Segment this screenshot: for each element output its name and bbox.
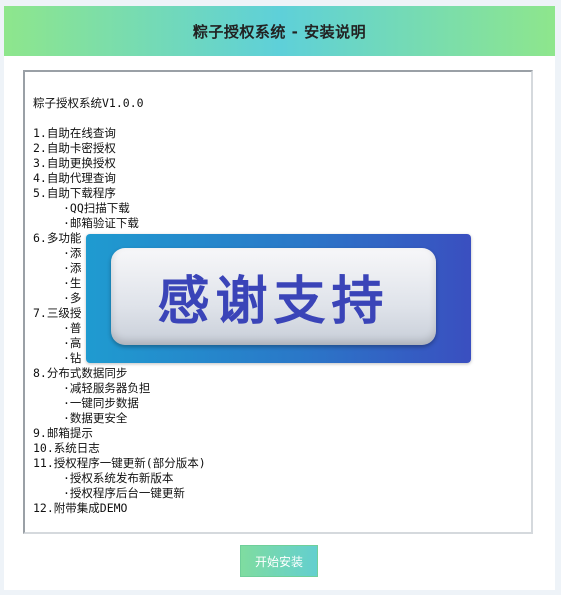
install-page: 粽子授权系统 - 安装说明 粽子授权系统V1.0.0 1.自助在线查询 2.自助卡密… — [0, 0, 561, 595]
readme-line: 5.自助下载程序 — [33, 186, 116, 200]
readme-line: 3.自助更换授权 — [33, 156, 116, 170]
readme-line: 4.自助代理查询 — [33, 171, 116, 185]
readme-line: ·授权程序后台一键更新 — [63, 486, 185, 500]
thanks-banner: 感谢支持 — [86, 234, 471, 363]
page-title: 粽子授权系统 - 安装说明 — [192, 22, 367, 41]
readme-line: ·QQ扫描下载 — [63, 201, 130, 215]
header-bar: 粽子授权系统 - 安装说明 — [4, 6, 555, 56]
thanks-card: 感谢支持 — [111, 248, 436, 345]
readme-line: 12.附带集成DEMO — [33, 501, 128, 515]
readme-line: 1.自助在线查询 — [33, 126, 116, 140]
readme-line: 11.授权程序一键更新(部分版本) — [33, 456, 206, 470]
readme-line: 粽子授权系统V1.0.0 — [33, 96, 144, 110]
readme-line: ·授权系统发布新版本 — [63, 471, 174, 485]
readme-line: ·数据更安全 — [63, 411, 128, 425]
readme-line: 8.分布式数据同步 — [33, 366, 128, 380]
readme-line — [33, 111, 206, 126]
readme-line: 2.自助卡密授权 — [33, 141, 116, 155]
readme-textarea[interactable]: 粽子授权系统V1.0.0 1.自助在线查询 2.自助卡密授权 3.自助更换授权 4.自助… — [23, 70, 533, 534]
start-install-button[interactable]: 开始安装 — [240, 545, 318, 577]
readme-line: ·一键同步数据 — [63, 396, 139, 410]
readme-line: ·减轻服务器负担 — [63, 381, 151, 395]
readme-line: 9.邮箱提示 — [33, 426, 93, 440]
readme-line: ·邮箱验证下载 — [63, 216, 139, 230]
content-panel: 粽子授权系统V1.0.0 1.自助在线查询 2.自助卡密授权 3.自助更换授权 4.自助… — [4, 56, 555, 590]
readme-line: 10.系统日志 — [33, 441, 100, 455]
thanks-text: 感谢支持 — [157, 272, 390, 332]
